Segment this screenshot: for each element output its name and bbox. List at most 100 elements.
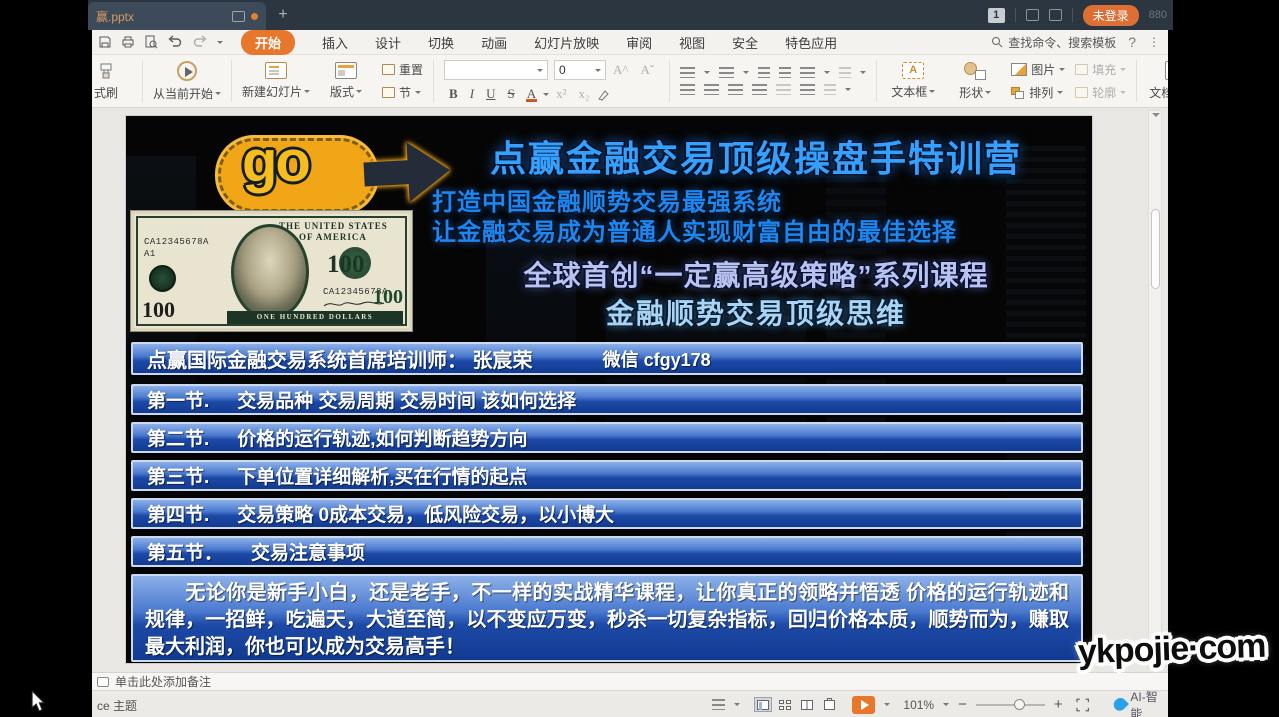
arrange-button[interactable]: 排列 [1011,84,1065,101]
tab-design[interactable]: 设计 [375,33,401,52]
align-center-button[interactable] [704,84,719,95]
tab-insert[interactable]: 插入 [322,33,348,52]
slide-subtitle-2[interactable]: 让金融交易成为普通人实现财富自由的最佳选择 [432,212,957,247]
section-bar-5[interactable]: 第五节． 交易注意事项 [131,536,1083,567]
view-handout-button[interactable] [821,698,837,711]
redo-icon[interactable] [192,35,208,49]
superscript-button[interactable]: x² [551,86,571,102]
scrollbar-thumb[interactable] [1151,209,1160,289]
play-from-current-button[interactable]: 从当前开始 [153,57,221,105]
notes-toggle-button[interactable] [712,699,725,710]
font-color-button[interactable]: A [522,86,541,102]
trainer-bar[interactable]: 点赢国际金融交易系统首席培训师： 张宸荣 微信 cfgy178 [131,342,1083,375]
integrate-window-icon[interactable] [1026,9,1039,21]
line-spacing-button[interactable] [800,84,815,95]
slideshow-play-caret-icon[interactable] [884,703,890,709]
picture-button[interactable]: 图片 [1011,61,1065,78]
notes-icon [97,677,109,687]
undo-icon[interactable] [167,35,183,49]
tab-transitions[interactable]: 切换 [428,33,454,52]
presentation-mode-icon[interactable] [232,11,245,22]
minimize-ribbon-icon[interactable] [1049,9,1062,21]
section-bar-4[interactable]: 第四节. 交易策略 0成本交易，低风险交易，以小博大 [131,498,1083,529]
section-bar-1[interactable]: 第一节. 交易品种 交易周期 交易时间 该如何选择 [131,384,1083,415]
fill-button[interactable]: 填充 [1075,61,1126,78]
view-slide-sorter-button[interactable] [777,698,793,711]
text-direction-button[interactable] [800,67,815,78]
columns-button[interactable] [839,67,851,78]
section-button[interactable]: 节 [382,84,423,101]
grow-font-button[interactable]: A^ [608,62,634,78]
shrink-font-button[interactable]: Aˇ [636,62,660,78]
command-search[interactable]: 查找命令、搜索模板 [991,34,1116,51]
font-size-combo[interactable]: 0 [554,60,606,80]
distribute-button[interactable] [776,84,791,95]
text-box-button[interactable]: A 文本框 [887,57,939,105]
zoom-slider-thumb[interactable] [1014,699,1025,710]
slide-canvas[interactable]: go THE UNITED STATES OF AMERICA CA123456… [125,115,1093,664]
highlight-pen-icon[interactable] [597,88,610,101]
layout-button[interactable]: 版式 [320,57,372,105]
vertical-scrollbar[interactable] [1148,110,1162,670]
tab-security[interactable]: 安全 [732,33,758,52]
align-left-button[interactable] [680,84,695,95]
more-menu-button[interactable]: ⋮ [1148,35,1160,49]
format-painter-button[interactable]: 式刷 [92,57,132,105]
zoom-slider[interactable] [976,704,1045,706]
font-name-combo[interactable] [444,60,548,80]
slide-tagline-1[interactable]: 全球首创“一定赢高级策略”系列课程 [421,254,1091,294]
view-normal-button[interactable] [755,698,771,711]
slide-tagline-2[interactable]: 金融顺势交易顶级思维 [421,292,1091,332]
dollar-bill-image[interactable]: THE UNITED STATES OF AMERICA CA12345678A… [130,210,413,332]
numbered-list-button[interactable] [719,67,734,78]
tab-animations[interactable]: 动画 [481,33,507,52]
customize-toolbar-caret-icon[interactable] [217,41,223,47]
scroll-up-icon[interactable] [1152,113,1160,121]
view-reading-button[interactable] [799,698,815,711]
window-count-badge[interactable]: 1 [988,8,1005,23]
shapes-button[interactable]: 形状 [949,57,1001,105]
zoom-in-button[interactable]: + [1054,697,1063,712]
tab-review[interactable]: 审阅 [626,33,652,52]
zoom-out-button[interactable]: − [958,697,967,712]
underline-button[interactable]: U [481,86,500,102]
slideshow-play-button[interactable] [852,696,875,714]
new-tab-button[interactable]: + [272,4,294,26]
ai-assistant-button[interactable]: AI-智能 [1114,688,1168,717]
justify-button[interactable] [752,84,767,95]
tab-home[interactable]: 开始 [241,30,295,55]
tab-slideshow[interactable]: 幻灯片放映 [534,33,599,52]
print-preview-icon[interactable] [144,35,158,49]
outline-button[interactable]: 轮廓 [1075,84,1126,101]
increase-indent-button[interactable] [779,67,791,78]
font-color-caret-icon[interactable] [543,93,549,99]
summary-box[interactable]: 无论你是新手小白，还是老手，不一样的实战精华课程，让你真正的领略并悟透 价格的运… [131,574,1083,662]
tab-view[interactable]: 视图 [679,33,705,52]
decrease-indent-button[interactable] [758,67,770,78]
italic-button[interactable]: I [465,86,479,102]
section-bar-3[interactable]: 第三节. 下单位置详细解析,买在行情的起点 [131,460,1083,491]
shapes-icon [964,62,986,80]
tab-special-features[interactable]: 特色应用 [785,33,837,52]
section-bar-2[interactable]: 第二节. 价格的运行轨迹,如何判断趋势方向 [131,422,1083,453]
doc-assistant-button[interactable]: 文档助手 [1147,57,1168,105]
strikethrough-button[interactable]: S [502,86,519,102]
print-icon[interactable] [121,35,135,49]
paragraph-spacing-button[interactable] [824,84,836,95]
help-button[interactable]: ? [1128,34,1136,50]
fit-window-button[interactable] [1076,698,1089,712]
align-right-button[interactable] [728,84,743,95]
subscript-button[interactable]: x₂ [573,86,594,102]
notes-bar[interactable]: 单击此处添加备注 [92,672,1168,690]
bold-button[interactable]: B [444,86,463,102]
summary-text: 无论你是新手小白，还是老手，不一样的实战精华课程，让你真正的领略并悟透 价格的运… [145,582,1069,658]
document-tab[interactable]: 赢.pptx [88,2,266,30]
zoom-level[interactable]: 101% [903,698,934,712]
save-icon[interactable] [98,35,112,49]
bullet-list-button[interactable] [680,67,695,78]
reset-button[interactable]: 重置 [382,61,423,78]
zoom-level-caret-icon[interactable] [943,703,949,709]
slide-title[interactable]: 点赢金融交易顶级操盘手特训营 [421,130,1091,182]
new-slide-button[interactable]: 新建幻灯片 [242,57,310,105]
login-button[interactable]: 未登录 [1083,5,1139,26]
